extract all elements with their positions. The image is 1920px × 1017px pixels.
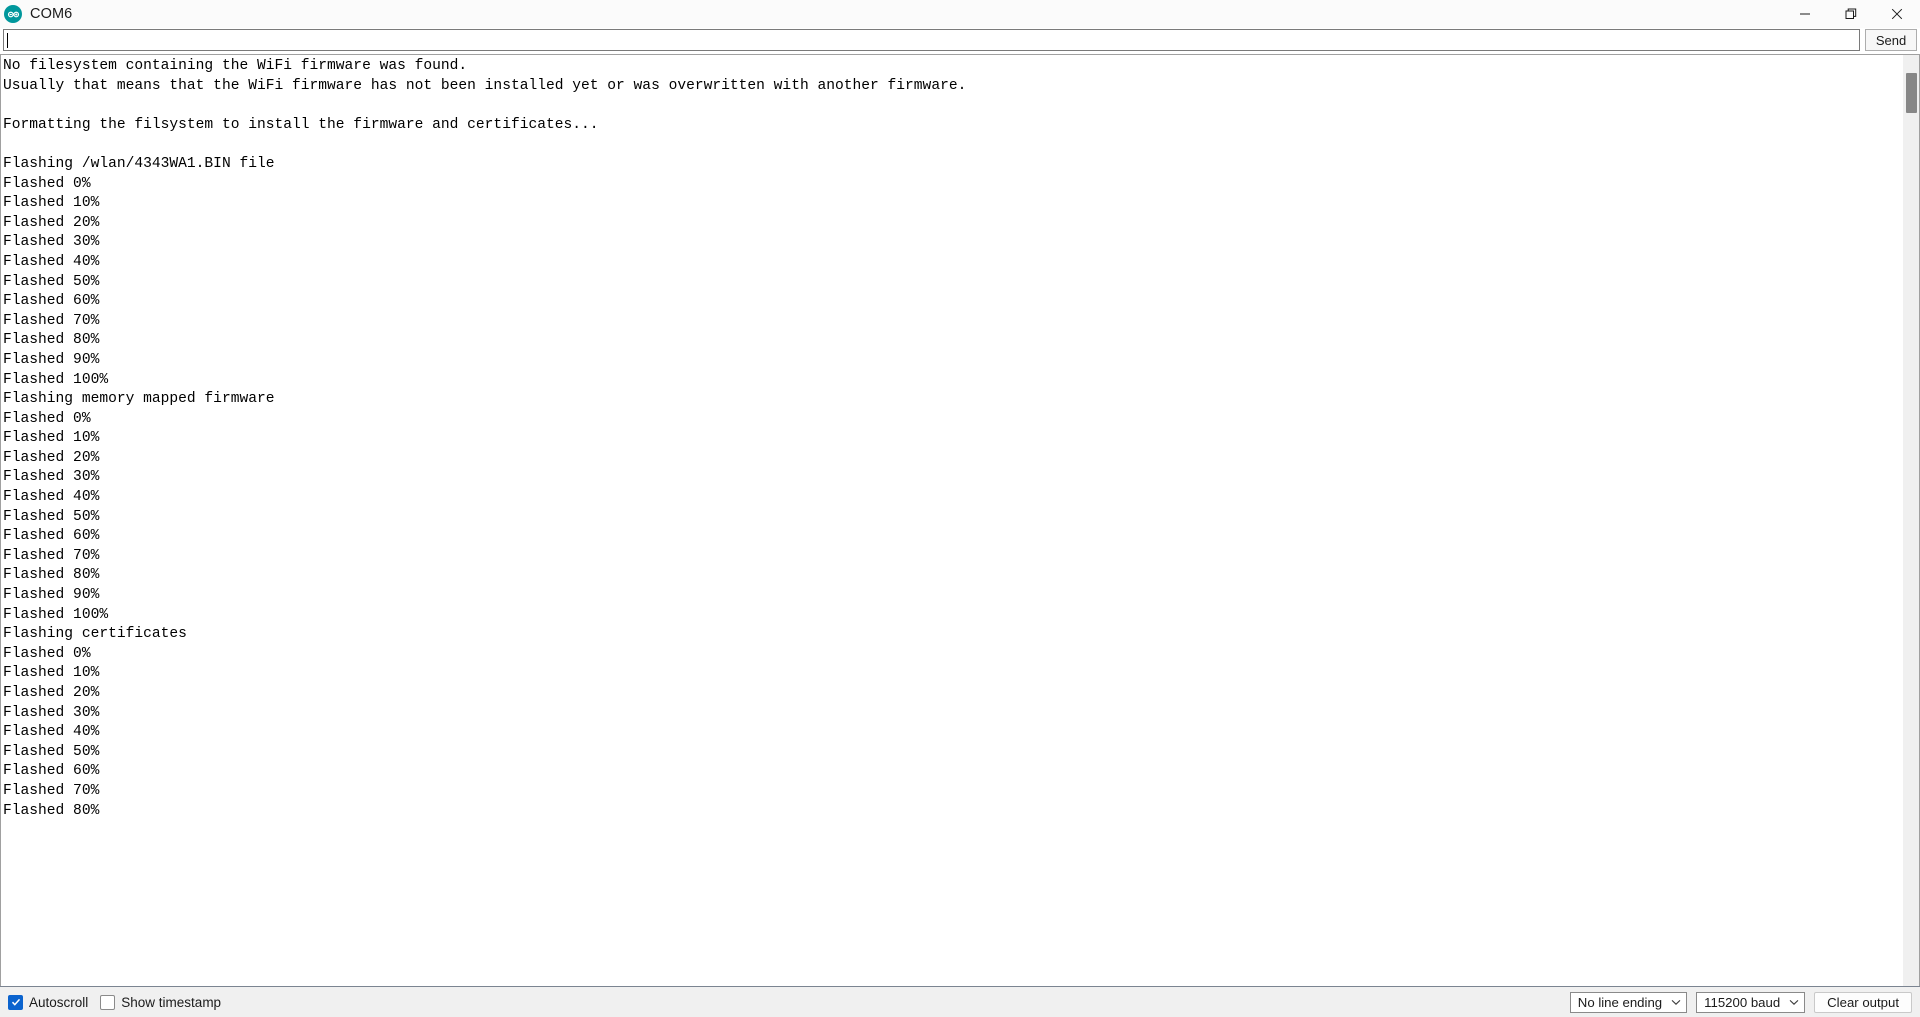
status-bar: Autoscroll Show timestamp No line ending… xyxy=(0,986,1920,1017)
restore-button[interactable] xyxy=(1828,0,1874,28)
text-cursor xyxy=(7,32,8,48)
serial-output-area: No filesystem containing the WiFi firmwa… xyxy=(0,54,1920,986)
minimize-icon xyxy=(1800,13,1810,15)
autoscroll-checkbox-item[interactable]: Autoscroll xyxy=(8,994,89,1010)
serial-monitor-window: COM6 Send No filesystem containing the W… xyxy=(0,0,1920,1017)
arduino-logo-icon xyxy=(4,5,22,23)
show-timestamp-label: Show timestamp xyxy=(121,994,222,1010)
status-bar-right: No line ending 115200 baud Clear output xyxy=(1569,991,1912,1013)
check-icon xyxy=(11,998,20,1006)
show-timestamp-checkbox[interactable] xyxy=(100,994,116,1010)
line-ending-dropdown[interactable]: No line ending xyxy=(1569,991,1688,1013)
title-bar-left: COM6 xyxy=(0,0,72,28)
restore-icon xyxy=(1845,8,1857,19)
line-ending-value: No line ending xyxy=(1577,994,1663,1010)
scrollbar-thumb[interactable] xyxy=(1906,73,1917,113)
show-timestamp-checkbox-item[interactable]: Show timestamp xyxy=(100,994,222,1010)
chevron-down-icon xyxy=(1789,999,1799,1005)
window-title: COM6 xyxy=(30,6,73,22)
window-controls xyxy=(1782,0,1920,28)
baud-rate-dropdown[interactable]: 115200 baud xyxy=(1696,991,1806,1013)
close-icon xyxy=(1891,8,1903,20)
chevron-down-icon xyxy=(1671,999,1681,1005)
close-button[interactable] xyxy=(1874,0,1920,28)
send-input[interactable] xyxy=(3,29,1860,51)
output-scrollbar[interactable] xyxy=(1902,55,1919,986)
autoscroll-checkbox[interactable] xyxy=(8,994,23,1010)
baud-rate-value: 115200 baud xyxy=(1704,994,1781,1010)
clear-output-button[interactable]: Clear output xyxy=(1814,991,1912,1013)
status-bar-left: Autoscroll Show timestamp xyxy=(8,994,222,1010)
autoscroll-label: Autoscroll xyxy=(29,994,89,1010)
send-row: Send xyxy=(0,28,1920,54)
minimize-button[interactable] xyxy=(1782,0,1828,28)
serial-output-text[interactable]: No filesystem containing the WiFi firmwa… xyxy=(1,55,1902,986)
send-button[interactable]: Send xyxy=(1865,29,1917,51)
title-bar: COM6 xyxy=(0,0,1920,28)
